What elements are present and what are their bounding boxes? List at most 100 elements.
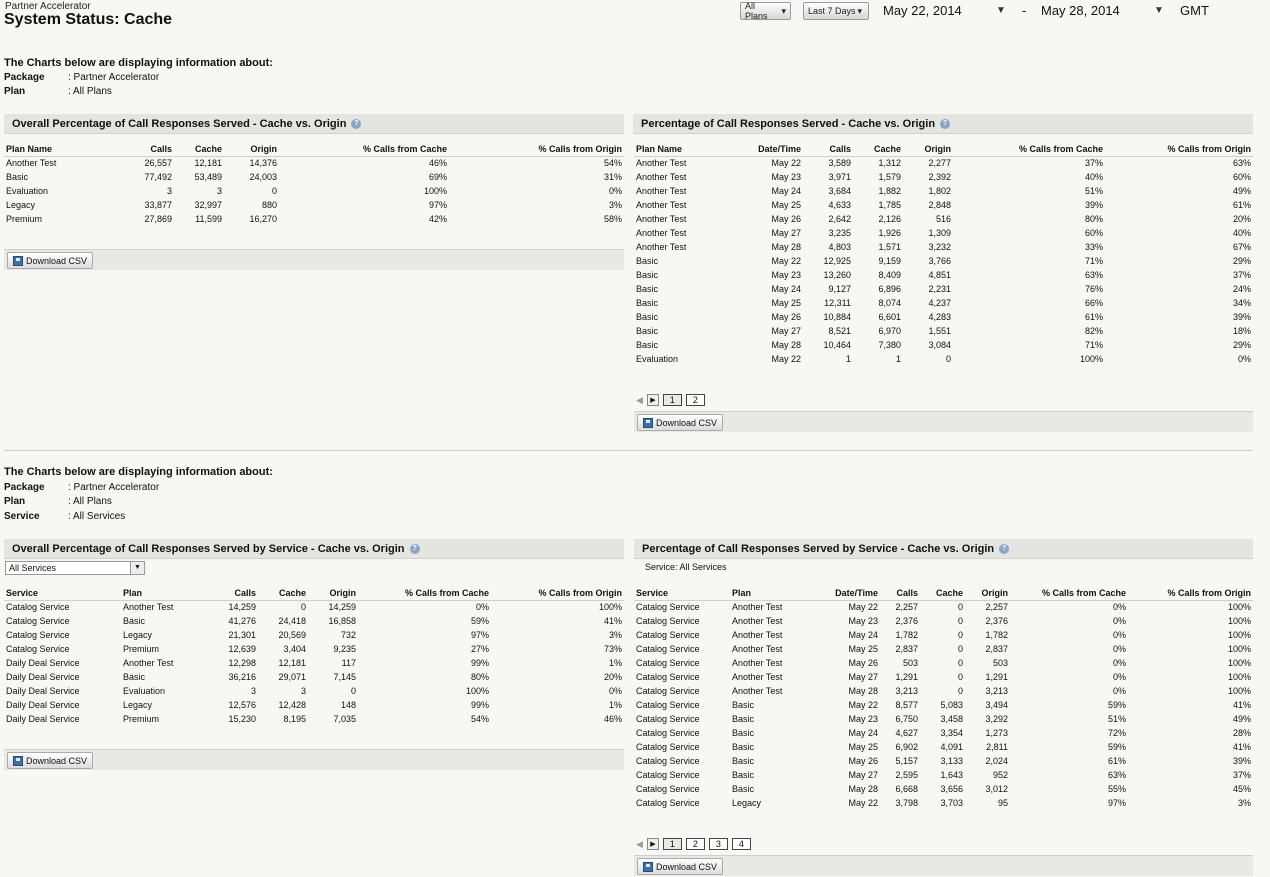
column-header: Calls [124, 142, 174, 157]
table-cell: 5,083 [940, 700, 963, 710]
caret-icon: ▾ [857, 5, 863, 16]
table-cell: Catalog Service [636, 686, 700, 696]
info-table: Package: Partner Accelerator Plan: All P… [4, 480, 159, 524]
table-cell: May 24 [771, 186, 801, 196]
table-cell: 8,409 [878, 270, 901, 280]
info-heading: The Charts below are displaying informat… [4, 57, 273, 69]
end-date-picker[interactable]: May 28, 2014 ▼ [1041, 3, 1166, 18]
table-cell: Basic [732, 756, 755, 766]
service-select[interactable]: All Services ▼ [5, 561, 145, 575]
download-csv-button[interactable]: Download CSV [7, 752, 94, 769]
info-key: Service [4, 510, 40, 522]
section-divider [4, 450, 1253, 451]
table-cell: May 24 [848, 728, 878, 738]
help-icon[interactable]: ? [940, 118, 951, 129]
table-cell: 99% [470, 700, 489, 710]
prev-page-icon[interactable]: ◀ [636, 839, 643, 850]
table-row: Another Test 26,557 12,181 14,376 46% 54% [4, 156, 624, 170]
table-cell: 0 [350, 686, 356, 696]
table-cell: 9,127 [828, 284, 851, 294]
table-cell: Basic [732, 784, 755, 794]
download-csv-button[interactable]: Download CSV [7, 252, 94, 269]
page-button[interactable]: 1 [662, 838, 682, 850]
table-row: Catalog Service Basic May 23 6,750 3,458 3,29… [634, 712, 1253, 726]
download-csv-button[interactable]: Download CSV [637, 414, 724, 431]
last-7-days-button[interactable]: Last 7 Days ▾ [803, 2, 869, 20]
table-cell: 71% [1084, 256, 1103, 266]
column-header: Origin [903, 142, 953, 157]
table-row: Catalog Service Another Test May 25 2,837 0 2… [634, 642, 1253, 656]
table-cell: 14,376 [249, 158, 277, 169]
table-cell: 41% [1232, 742, 1251, 752]
table-cell: 39% [1232, 312, 1251, 322]
table-cell: 1,309 [928, 228, 951, 238]
table-cell: 3,684 [828, 186, 851, 196]
table-cell: 31% [603, 172, 622, 182]
table-cell: 7,145 [333, 672, 356, 682]
table-cell: Basic [123, 616, 146, 626]
table-cell: 21,301 [228, 630, 256, 640]
table-cell: 3,494 [985, 700, 1008, 710]
next-page-icon[interactable]: ▶ [646, 394, 659, 406]
table-cell: 1,291 [985, 672, 1008, 682]
table-cell: Basic [732, 770, 755, 780]
download-csv-label: Download CSV [26, 255, 88, 266]
table-cell: 10,464 [823, 340, 851, 350]
table-cell: 0% [608, 686, 622, 696]
table-cell: 880 [261, 200, 277, 210]
table-cell: Catalog Service [6, 616, 70, 626]
table-cell: Basic [636, 340, 659, 350]
table-cell: 100% [1227, 630, 1251, 640]
table-cell: Premium [6, 214, 43, 224]
page-button[interactable]: 4 [731, 838, 751, 850]
column-header: % Calls from Origin [491, 586, 624, 601]
table-cell: 503 [992, 658, 1008, 668]
chevron-down-icon[interactable]: ▼ [996, 5, 1006, 16]
info-value: : Partner Accelerator [68, 481, 160, 493]
chevron-down-icon: ▼ [130, 562, 144, 574]
prev-page-icon[interactable]: ◀ [636, 395, 643, 406]
start-date-picker[interactable]: May 22, 2014 ▼ [883, 3, 1008, 18]
table-row: Another Test May 27 3,235 1,926 1,309 60% 40% [634, 226, 1253, 240]
table-cell: Basic [6, 172, 29, 182]
table-cell: 15,230 [228, 714, 256, 724]
help-icon[interactable]: ? [999, 543, 1010, 554]
table-cell: 51% [1107, 714, 1126, 724]
table-cell: 10,884 [823, 312, 851, 322]
table-cell: May 28 [771, 242, 801, 252]
table-cell: May 22 [771, 256, 801, 266]
table-cell: 71% [1084, 340, 1103, 350]
info-key: Plan [4, 86, 26, 98]
table-cell: 100% [423, 186, 447, 196]
chevron-down-icon[interactable]: ▼ [1154, 5, 1164, 16]
table-cell: 4,633 [828, 200, 851, 210]
table-cell: May 25 [771, 200, 801, 210]
table-row: Basic May 22 12,925 9,159 3,766 71% 29% [634, 254, 1253, 268]
table-cell: Basic [123, 672, 146, 682]
download-csv-label: Download CSV [26, 755, 88, 766]
last-7-days-label: Last 7 Days [808, 6, 856, 16]
table-cell: 73% [603, 644, 622, 654]
next-page-icon[interactable]: ▶ [646, 838, 659, 850]
disk-icon [643, 417, 653, 428]
table-cell: 49% [1232, 186, 1251, 196]
help-icon[interactable]: ? [351, 118, 362, 129]
table-cell: 100% [1227, 616, 1251, 626]
table-cell: 1,551 [928, 326, 951, 336]
page-button[interactable]: 3 [708, 838, 728, 850]
all-plans-button[interactable]: All Plans ▾ [740, 1, 791, 21]
column-header: Origin [965, 586, 1010, 601]
page-button[interactable]: 1 [662, 394, 682, 406]
column-header: Service [4, 586, 121, 601]
page-button[interactable]: 2 [685, 394, 705, 406]
table-cell: 41% [1232, 700, 1251, 710]
download-csv-button[interactable]: Download CSV [637, 858, 724, 875]
column-header: Calls [206, 586, 258, 601]
table-cell: Catalog Service [636, 630, 700, 640]
table-row: Catalog Service Basic May 22 8,577 5,083 3,49… [634, 698, 1253, 712]
page-button[interactable]: 2 [685, 838, 705, 850]
table-cell: 12,925 [823, 256, 851, 266]
table-cell: 8,195 [283, 714, 306, 724]
daily-cache-table: Plan Name Date/Time Calls Cache Origin% Call… [634, 142, 1253, 366]
help-icon[interactable]: ? [409, 543, 420, 554]
